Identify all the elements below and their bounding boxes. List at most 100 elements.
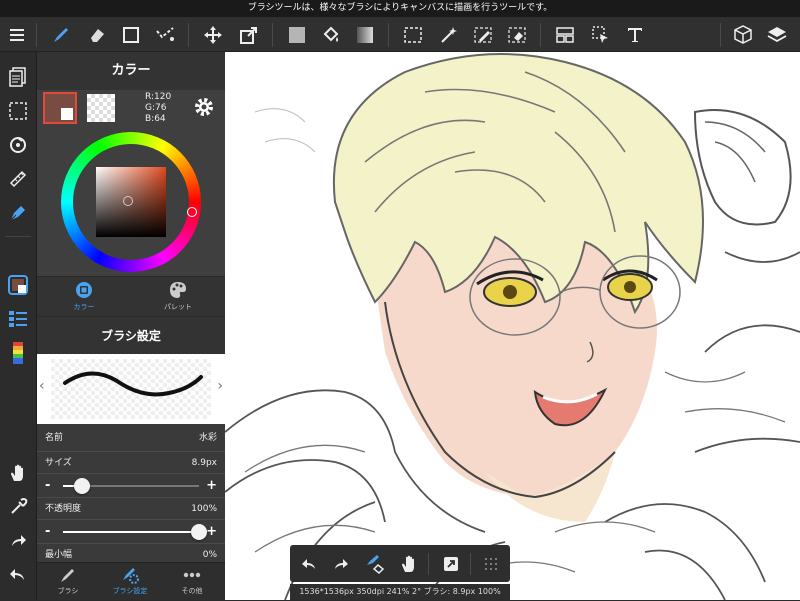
drawing-canvas[interactable] <box>225 52 800 600</box>
hand-icon <box>402 555 414 572</box>
shape-tool-button[interactable] <box>118 22 144 48</box>
eraser-tool-button[interactable] <box>84 22 110 48</box>
selection-icon <box>9 102 27 120</box>
redo-button[interactable] <box>328 551 354 577</box>
size-label: サイズ <box>45 458 72 468</box>
transform-tool-button[interactable] <box>236 22 262 48</box>
brush-size-row: サイズ 8.9px <box>37 452 225 474</box>
redo-left-button[interactable] <box>5 528 31 554</box>
magic-wand-button[interactable] <box>436 22 462 48</box>
color-swatch-icon <box>8 275 28 295</box>
color-swatch-row: R:120 G:76 B:64 <box>37 90 225 126</box>
pages-icon <box>9 67 26 87</box>
main-color-swatch[interactable] <box>43 92 77 124</box>
opacity-slider-knob[interactable] <box>191 524 207 540</box>
hand-icon <box>11 464 23 481</box>
undo-button[interactable] <box>296 551 322 577</box>
next-brush-button[interactable]: › <box>217 378 223 394</box>
sv-picker-handle[interactable] <box>123 196 133 206</box>
size-value: 8.9px <box>191 458 217 468</box>
select-all-button[interactable] <box>5 98 31 124</box>
color-slider-button[interactable] <box>5 340 31 366</box>
pen-nib-icon <box>10 206 25 221</box>
gear-icon <box>195 98 213 116</box>
rgb-green: G:76 <box>145 103 167 113</box>
size-slider[interactable] <box>63 478 199 494</box>
pages-button[interactable] <box>5 64 31 90</box>
fill-color-button[interactable] <box>284 22 310 48</box>
select-layer-button[interactable] <box>588 22 614 48</box>
opacity-increase-button[interactable]: + <box>206 524 217 539</box>
brush-opacity-row: 不透明度 100% <box>37 498 225 520</box>
gradient-tool-button[interactable] <box>352 22 378 48</box>
tooltip-bar: ブラシツールは、様々なブラシによりキャンバスに描画を行うツールです。 <box>0 0 800 17</box>
dot-brush-tool-button[interactable] <box>152 22 178 48</box>
color-panel-title: カラー <box>37 52 225 90</box>
hand-tool-button[interactable] <box>396 551 422 577</box>
bucket-tool-button[interactable] <box>318 22 344 48</box>
opacity-label: 不透明度 <box>45 504 82 514</box>
tab-color[interactable]: カラー <box>37 279 131 317</box>
redo-icon <box>335 559 348 569</box>
floating-action-bar <box>290 545 510 582</box>
gradient-icon <box>357 27 373 43</box>
3d-material-button[interactable] <box>730 22 756 48</box>
brush-name-label: 名前 <box>45 433 64 443</box>
snap-icon <box>10 137 26 153</box>
brush-stroke-preview: ‹ › <box>37 354 225 424</box>
grid-dots-icon <box>485 558 497 570</box>
tab-palette[interactable]: パレット <box>131 279 225 317</box>
ruler-button[interactable] <box>5 166 31 192</box>
rgb-red: R:120 <box>145 92 172 102</box>
opacity-slider[interactable] <box>63 524 207 540</box>
layers-icon <box>767 27 787 43</box>
side-panel: カラー R:120 G:76 B:64 カラー パレット ブラシ設定 ‹ › 名… <box>37 52 225 600</box>
menu-button[interactable] <box>4 22 30 48</box>
hue-picker-handle[interactable] <box>187 207 197 217</box>
magic-wand-icon <box>441 27 457 43</box>
text-icon <box>628 28 642 42</box>
size-slider-knob[interactable] <box>74 478 91 494</box>
brush-tool-button[interactable] <box>48 22 74 48</box>
color-swatch-button[interactable] <box>5 272 31 298</box>
brush-panel-title: ブラシ設定 <box>37 316 225 354</box>
more-options-button[interactable] <box>478 551 504 577</box>
fullscreen-button[interactable] <box>438 551 464 577</box>
tab-brush-settings[interactable]: ブラシ設定 <box>99 563 161 601</box>
tab-other[interactable]: その他 <box>161 563 223 601</box>
brush-icon <box>54 28 68 42</box>
rectangle-icon <box>123 27 139 43</box>
undo-icon <box>302 559 315 569</box>
ruler-icon <box>9 170 27 188</box>
select-pen-button[interactable] <box>470 22 496 48</box>
rgb-blue: B:64 <box>145 114 166 124</box>
opacity-decrease-button[interactable]: - <box>45 524 50 539</box>
select-rect-button[interactable] <box>400 22 426 48</box>
move-tool-button[interactable] <box>200 22 226 48</box>
layer-list-icon <box>9 311 27 327</box>
layers-button[interactable] <box>764 22 790 48</box>
stabilizer-button[interactable] <box>5 200 31 226</box>
prev-brush-button[interactable]: ‹ <box>39 378 45 394</box>
color-wheel-area <box>37 126 225 276</box>
undo-icon <box>10 569 24 580</box>
size-increase-button[interactable]: + <box>206 478 217 493</box>
brush-name-row[interactable]: 名前 水彩 <box>37 424 225 452</box>
panel-layout-button[interactable] <box>552 22 578 48</box>
move-icon <box>204 26 222 44</box>
color-settings-button[interactable] <box>193 96 217 120</box>
layer-list-button[interactable] <box>5 306 31 332</box>
undo-left-button[interactable] <box>5 562 31 588</box>
size-decrease-button[interactable]: - <box>45 478 50 493</box>
eyedropper-button[interactable] <box>5 494 31 520</box>
hand-button[interactable] <box>5 460 31 486</box>
tab-brush[interactable]: ブラシ <box>37 563 99 601</box>
text-tool-button[interactable] <box>622 22 648 48</box>
select-eraser-button[interactable] <box>504 22 530 48</box>
color-circle-icon <box>76 282 92 298</box>
redo-icon <box>12 535 26 546</box>
fill-color-icon <box>289 27 305 43</box>
snap-button[interactable] <box>5 132 31 158</box>
sub-color-swatch[interactable] <box>87 94 115 122</box>
brush-eraser-toggle-button[interactable] <box>362 551 388 577</box>
